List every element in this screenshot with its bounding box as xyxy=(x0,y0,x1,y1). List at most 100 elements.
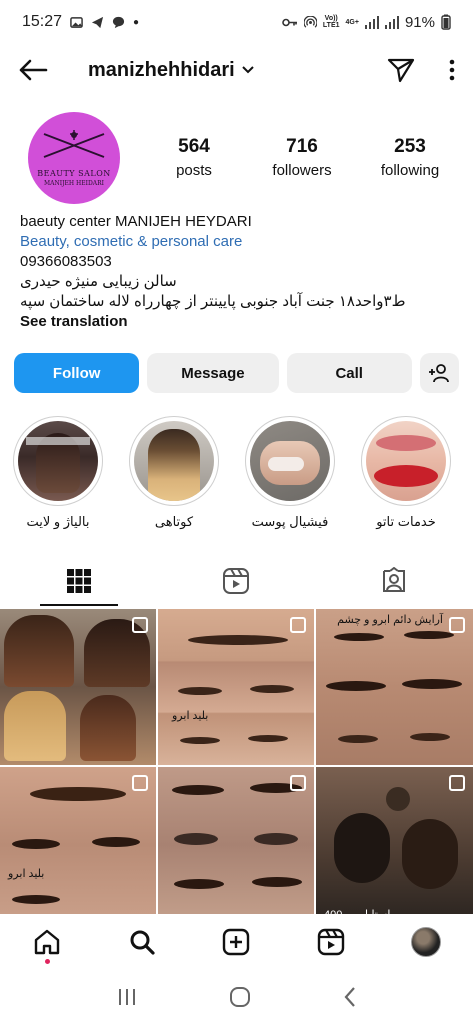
network-4g-label: 4G+ xyxy=(345,18,359,26)
back-button-icon[interactable] xyxy=(343,986,357,1008)
multi-post-icon xyxy=(290,617,306,633)
highlight-ring xyxy=(361,416,451,506)
username-switcher[interactable]: manizhehhidari xyxy=(88,59,255,82)
nav-search[interactable] xyxy=(95,928,190,956)
post-thumbnail[interactable] xyxy=(158,767,314,923)
share-send-icon[interactable] xyxy=(387,57,415,83)
tab-posts-grid[interactable] xyxy=(0,556,158,606)
bio-name: baeuty center MANIJEH HEYDARI xyxy=(20,213,252,230)
bio-category[interactable]: Beauty, cosmetic & personal care xyxy=(20,232,460,252)
post-caption-overlay: آرایش دائم ابرو و چشم xyxy=(337,614,443,626)
bio-line-1: سالن زیبایی منیژه حیدری xyxy=(20,273,177,290)
battery-percent: 91% xyxy=(404,13,435,31)
post-caption-overlay: بلید ابرو xyxy=(172,710,209,722)
suggested-people-button[interactable] xyxy=(419,353,460,393)
see-translation-link[interactable]: See translation xyxy=(20,312,460,332)
multi-post-icon xyxy=(132,775,148,791)
nav-create[interactable] xyxy=(189,928,284,956)
scissors-logo-icon xyxy=(43,130,105,158)
hotspot-icon xyxy=(303,15,317,28)
highlight-item[interactable]: بالیاژ و لایت xyxy=(12,416,104,530)
call-button[interactable]: Call xyxy=(286,353,412,393)
stat-followers[interactable]: 716 followers xyxy=(248,136,356,179)
key-icon xyxy=(282,18,297,26)
system-navigation-bar xyxy=(0,970,473,1024)
bio-phone: 09366083503 xyxy=(20,253,112,270)
grid-icon xyxy=(66,569,91,593)
multi-post-icon xyxy=(290,775,306,791)
profile-tabs xyxy=(0,556,473,606)
highlight-label: خدمات تاتو xyxy=(376,514,436,529)
multi-post-icon xyxy=(449,617,465,633)
post-thumbnail[interactable]: آرایش دائم ابرو و چشم xyxy=(316,609,473,765)
posts-grid: بلید ابرو آرایش دائم ابرو و چشم بلید ابر… xyxy=(0,609,473,923)
stat-label: posts xyxy=(176,162,212,179)
highlight-ring xyxy=(129,416,219,506)
profile-header: manizhehhidari xyxy=(0,44,473,96)
highlight-label: بالیاژ و لایت xyxy=(26,514,90,529)
stat-value: 564 xyxy=(178,136,210,157)
gallery-notification-icon xyxy=(70,16,83,28)
profile-actions: Follow Message Call xyxy=(14,353,460,393)
message-button[interactable]: Message xyxy=(147,353,279,393)
reels-icon xyxy=(317,928,345,956)
profile-bio: baeuty center MANIJEH HEYDARI Beauty, co… xyxy=(20,212,460,332)
follow-button[interactable]: Follow xyxy=(14,353,140,393)
username-title: manizhehhidari xyxy=(88,58,235,81)
status-time: 15:27 xyxy=(22,13,63,30)
chat-notification-icon xyxy=(112,16,125,28)
stat-posts[interactable]: 564 posts xyxy=(140,136,248,179)
stat-following[interactable]: 253 following xyxy=(356,136,464,179)
add-person-icon xyxy=(429,364,450,383)
chevron-down-icon xyxy=(241,66,254,74)
highlight-item[interactable]: کوتاهی xyxy=(128,416,220,530)
stat-value: 716 xyxy=(286,136,318,157)
multi-post-icon xyxy=(449,775,465,791)
nav-home[interactable] xyxy=(0,928,95,964)
nav-profile[interactable] xyxy=(378,927,473,957)
bio-line-2: ط۳واحد۱۸ جنت آباد جنوبی پایینتر از چهارر… xyxy=(20,293,406,310)
highlight-ring xyxy=(245,416,335,506)
highlight-label: کوتاهی xyxy=(154,514,194,529)
stat-label: followers xyxy=(272,162,332,179)
tagged-person-icon xyxy=(382,567,405,592)
tab-reels[interactable] xyxy=(158,556,316,606)
post-thumbnail[interactable] xyxy=(0,609,156,765)
highlight-item[interactable]: خدمات تاتو xyxy=(360,416,452,530)
highlight-item[interactable]: فیشیال پوست xyxy=(244,416,336,530)
home-button-icon[interactable] xyxy=(229,986,251,1008)
more-options-icon[interactable] xyxy=(449,59,455,81)
post-thumbnail[interactable]: بلید ابرو xyxy=(0,767,156,923)
signal-2-icon xyxy=(384,15,399,29)
post-thumbnail[interactable]: بلید ابرو xyxy=(158,609,314,765)
notification-dot xyxy=(44,959,50,964)
volte-label: Vo)) xyxy=(324,15,338,22)
user-avatar xyxy=(410,927,441,957)
highlight-ring xyxy=(13,416,103,506)
status-bar: 15:27 ● Vo)) LTE1 4G+ 91% xyxy=(0,0,473,44)
stat-label: following xyxy=(380,162,440,179)
nav-reels[interactable] xyxy=(284,928,379,956)
battery-icon xyxy=(441,14,451,30)
post-thumbnail[interactable]: استایل مو 400 xyxy=(316,767,473,923)
post-caption-overlay: بلید ابرو xyxy=(8,868,45,880)
avatar-logo-text: BEAUTY SALON xyxy=(37,169,111,178)
lte-label: LTE1 xyxy=(322,22,340,29)
highlight-cover xyxy=(18,421,98,501)
telegram-notification-icon xyxy=(91,16,104,28)
highlight-cover xyxy=(250,421,330,501)
recent-apps-icon[interactable] xyxy=(116,987,138,1007)
create-post-icon xyxy=(223,928,250,956)
highlight-cover xyxy=(366,421,446,501)
highlight-label: فیشیال پوست xyxy=(251,514,329,529)
reels-icon xyxy=(223,568,250,594)
search-icon xyxy=(130,930,155,955)
tab-tagged[interactable] xyxy=(315,556,473,606)
multi-post-icon xyxy=(132,617,148,633)
home-icon xyxy=(35,929,60,955)
back-arrow-icon[interactable] xyxy=(18,58,48,82)
profile-avatar[interactable]: BEAUTY SALON MANIJEH HEIDARI xyxy=(28,112,120,204)
signal-icon xyxy=(364,15,379,29)
stat-value: 253 xyxy=(394,136,426,157)
highlight-cover xyxy=(134,421,214,501)
